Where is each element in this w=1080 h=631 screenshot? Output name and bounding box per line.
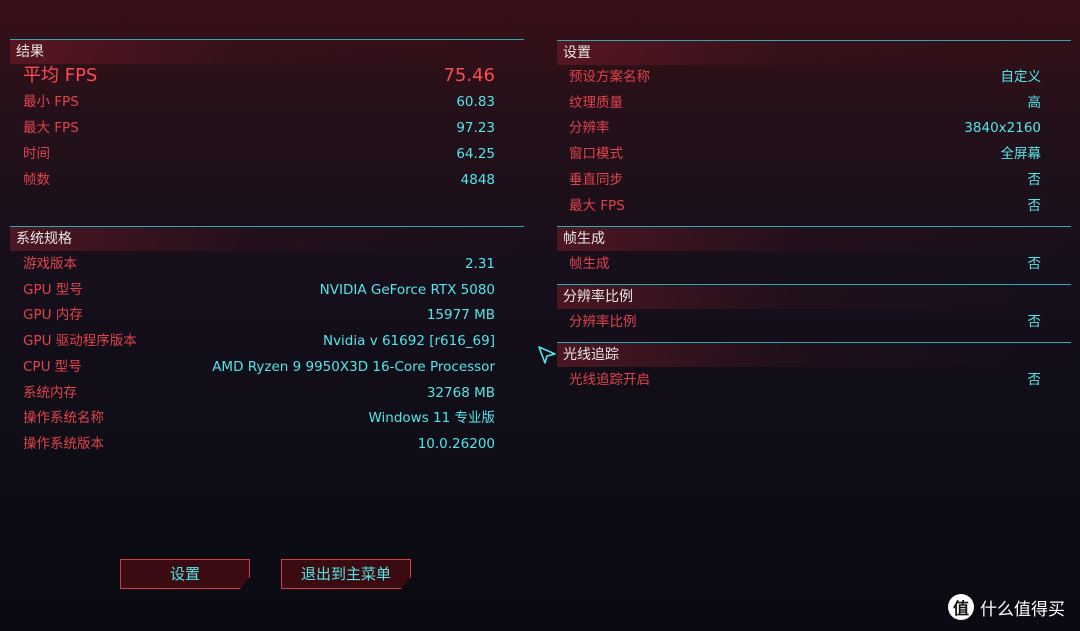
system-title: 系统规格	[16, 231, 72, 247]
settings-button-label: 设置	[169, 565, 200, 583]
row-label: 窗口模式	[569, 146, 623, 162]
row-value: 否	[1027, 198, 1042, 214]
row-label: 系统内存	[23, 385, 77, 401]
system-row: GPU 内存 15977 MB	[23, 302, 495, 328]
watermark-logo: 值 什么值得买	[948, 594, 1065, 620]
settings-row: 纹理质量 高	[569, 90, 1041, 116]
results-title: 结果	[16, 44, 44, 60]
row-value: 否	[1027, 256, 1042, 272]
settings-button[interactable]: 设置	[120, 559, 250, 589]
row-label: 最大 FPS	[569, 198, 625, 214]
avg-fps-row: 平均 FPS 75.46	[23, 63, 495, 89]
system-row: 操作系统名称 Windows 11 专业版	[23, 405, 495, 431]
settings-title: 设置	[563, 45, 591, 61]
row-value: NVIDIA GeForce RTX 5080	[319, 282, 495, 298]
frame-gen-header: 帧生成	[557, 226, 1071, 251]
row-value: 否	[1027, 314, 1042, 330]
results-row: 帧数 4848	[23, 167, 495, 193]
system-row: 系统内存 32768 MB	[23, 380, 495, 406]
row-label: 光线追踪开启	[569, 372, 650, 388]
row-value: 否	[1027, 372, 1042, 388]
row-value: 4848	[460, 172, 495, 188]
settings-row: 窗口模式 全屏幕	[569, 141, 1041, 167]
system-row: CPU 型号 AMD Ryzen 9 9950X3D 16-Core Proce…	[23, 354, 495, 380]
row-label: 帧生成	[569, 256, 610, 272]
row-value: 3840x2160	[964, 120, 1041, 136]
system-row: 游戏版本 2.31	[23, 251, 495, 277]
row-label: 最大 FPS	[23, 120, 79, 136]
resolution-scale-header: 分辨率比例	[557, 284, 1071, 309]
watermark-icon: 值	[948, 594, 974, 620]
system-row: 操作系统版本 10.0.26200	[23, 431, 495, 457]
row-label: GPU 内存	[23, 307, 83, 323]
settings-header: 设置	[557, 40, 1071, 65]
row-label: 帧数	[23, 172, 50, 188]
row-label: GPU 型号	[23, 282, 83, 298]
resolution-scale-title: 分辨率比例	[563, 289, 633, 305]
row-value: AMD Ryzen 9 9950X3D 16-Core Processor	[212, 359, 495, 375]
row-label: 分辨率比例	[569, 314, 637, 330]
settings-row: 预设方案名称 自定义	[569, 64, 1041, 90]
ray-tracing-title: 光线追踪	[563, 347, 619, 363]
row-label: 垂直同步	[569, 172, 623, 188]
results-row: 最大 FPS 97.23	[23, 115, 495, 141]
results-row: 时间 64.25	[23, 141, 495, 167]
row-label: 最小 FPS	[23, 94, 79, 110]
row-value: 15977 MB	[426, 307, 495, 323]
row-value: 60.83	[456, 94, 495, 110]
exit-button-label: 退出到主菜单	[300, 565, 391, 583]
row-label: 操作系统名称	[23, 410, 104, 426]
row-label: CPU 型号	[23, 359, 82, 375]
cursor-icon	[538, 346, 556, 364]
ray-tracing-header: 光线追踪	[557, 342, 1071, 367]
frame-gen-title: 帧生成	[563, 231, 605, 247]
row-value: 否	[1027, 172, 1042, 188]
settings-row: 分辨率 3840x2160	[569, 115, 1041, 141]
frame-gen-row: 帧生成 否	[569, 251, 1041, 277]
exit-to-main-menu-button[interactable]: 退出到主菜单	[281, 559, 411, 589]
row-label: 游戏版本	[23, 256, 77, 272]
results-header: 结果	[10, 39, 524, 64]
row-label: 纹理质量	[569, 95, 623, 111]
system-header: 系统规格	[10, 226, 524, 251]
system-row: GPU 驱动程序版本 Nvidia v 61692 [r616_69]	[23, 328, 495, 354]
resolution-scale-row: 分辨率比例 否	[569, 309, 1041, 335]
ray-tracing-row: 光线追踪开启 否	[569, 367, 1041, 393]
row-value: 32768 MB	[426, 385, 495, 401]
row-value: 全屏幕	[1000, 146, 1042, 162]
row-value: 64.25	[456, 146, 495, 162]
settings-row: 垂直同步 否	[569, 167, 1041, 193]
avg-fps-value: 75.46	[443, 65, 495, 86]
row-label: 分辨率	[569, 120, 610, 136]
row-value: 97.23	[456, 120, 495, 136]
avg-fps-label: 平均 FPS	[23, 65, 98, 86]
row-label: 时间	[23, 146, 50, 162]
row-label: 预设方案名称	[569, 69, 650, 85]
settings-row: 最大 FPS 否	[569, 193, 1041, 219]
row-value: 2.31	[464, 256, 495, 272]
row-value: 自定义	[1000, 69, 1042, 85]
row-label: GPU 驱动程序版本	[23, 333, 137, 349]
row-value: Nvidia v 61692 [r616_69]	[322, 333, 495, 349]
row-value: Windows 11 专业版	[368, 410, 495, 426]
row-value: 10.0.26200	[417, 436, 495, 452]
watermark-text: 什么值得买	[980, 599, 1065, 620]
row-value: 高	[1027, 95, 1042, 111]
system-row: GPU 型号 NVIDIA GeForce RTX 5080	[23, 277, 495, 303]
results-row: 最小 FPS 60.83	[23, 89, 495, 115]
row-label: 操作系统版本	[23, 436, 104, 452]
